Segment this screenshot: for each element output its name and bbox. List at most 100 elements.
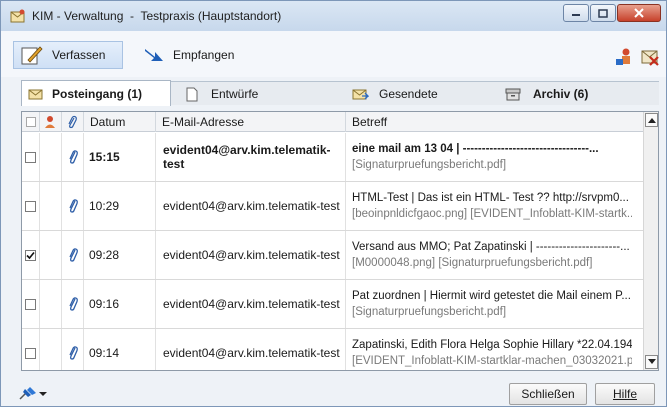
arrow-up-icon bbox=[647, 118, 656, 123]
close-window-button[interactable] bbox=[617, 4, 661, 22]
tab-drafts-label: Entwürfe bbox=[211, 87, 259, 101]
minimize-icon bbox=[572, 14, 580, 16]
row-checkbox-cell bbox=[22, 280, 40, 328]
title-bar: KIM - Verwaltung - Testpraxis (Hauptstan… bbox=[1, 1, 666, 31]
table-row[interactable]: 10:29 evident04@arv.kim.telematik-test HTM… bbox=[22, 182, 644, 231]
tab-archive-label: Archiv (6) bbox=[533, 87, 589, 101]
row-subject-cell: Zapatinski, Edith Flora Helga Sophie Hil… bbox=[346, 329, 644, 370]
vertical-scrollbar[interactable] bbox=[643, 112, 658, 370]
row-subject: eine mail am 13 04 | -------------------… bbox=[352, 143, 599, 155]
row-subject: Zapatinski, Edith Flora Helga Sophie Hil… bbox=[352, 339, 632, 351]
mail-delete-icon[interactable] bbox=[640, 47, 660, 67]
paperclip-icon bbox=[68, 150, 78, 164]
checkmark-icon bbox=[26, 251, 35, 259]
tab-drafts[interactable]: Entwürfe bbox=[179, 82, 329, 106]
help-button[interactable]: Hilfe bbox=[595, 383, 655, 405]
compose-icon bbox=[21, 46, 43, 65]
close-icon bbox=[634, 8, 644, 18]
table-row[interactable]: 15:15 evident04@arv.kim.telematik-test ein… bbox=[22, 133, 644, 182]
row-time: 10:29 bbox=[84, 182, 156, 230]
attachment-cell bbox=[62, 182, 84, 230]
row-time: 09:28 bbox=[84, 231, 156, 279]
person-icon bbox=[45, 116, 55, 128]
row-time: 09:14 bbox=[84, 329, 156, 370]
row-email: evident04@arv.kim.telematik-test bbox=[156, 280, 346, 328]
sent-envelope-icon bbox=[352, 89, 369, 100]
row-subject: Pat zuordnen | Hiermit wird getestet die… bbox=[352, 290, 631, 302]
footer: Schließen Hilfe bbox=[1, 379, 666, 407]
table-row[interactable]: 09:16 evident04@arv.kim.telematik-test Pat… bbox=[22, 280, 644, 329]
table-header: Datum E-Mail-Adresse Betreff bbox=[22, 112, 644, 132]
minimize-button[interactable] bbox=[563, 4, 589, 22]
sender-cell bbox=[40, 133, 62, 181]
row-email: evident04@arv.kim.telematik-test bbox=[156, 133, 346, 181]
row-attachments: [EVIDENT_Infoblatt-KIM-startklar-machen_… bbox=[352, 355, 632, 367]
table-row[interactable]: 09:28 evident04@arv.kim.telematik-test Ver… bbox=[22, 231, 644, 280]
row-checkbox-cell bbox=[22, 182, 40, 230]
compose-button[interactable]: Verfassen bbox=[13, 41, 123, 69]
table-row[interactable]: 09:14 evident04@arv.kim.telematik-test Zap… bbox=[22, 329, 644, 370]
app-mail-icon bbox=[10, 9, 25, 23]
header-sender-col[interactable] bbox=[40, 112, 62, 132]
window-controls bbox=[562, 4, 661, 22]
header-subject[interactable]: Betreff bbox=[346, 112, 644, 132]
row-time: 09:16 bbox=[84, 280, 156, 328]
toolbar: Verfassen Empfangen bbox=[1, 31, 666, 77]
sender-cell bbox=[40, 182, 62, 230]
maximize-button[interactable] bbox=[590, 4, 616, 22]
sender-cell bbox=[40, 329, 62, 370]
close-button[interactable]: Schließen bbox=[509, 383, 587, 405]
row-subject-cell: eine mail am 13 04 | -------------------… bbox=[346, 133, 644, 181]
receive-button[interactable]: Empfangen bbox=[137, 41, 244, 69]
scroll-up-button[interactable] bbox=[645, 113, 658, 127]
inbox-envelope-icon bbox=[28, 89, 43, 99]
row-checkbox[interactable] bbox=[25, 151, 36, 163]
sender-cell bbox=[40, 280, 62, 328]
row-checkbox-cell bbox=[22, 133, 40, 181]
row-subject: HTML-Test | Das ist ein HTML- Test ?? ht… bbox=[352, 192, 629, 204]
row-attachments: [beoinpnldicfgaoc.png] [EVIDENT_Infoblat… bbox=[352, 208, 632, 220]
attachment-cell bbox=[62, 133, 84, 181]
row-time: 15:15 bbox=[84, 133, 156, 181]
user-export-icon[interactable] bbox=[614, 47, 634, 67]
row-subject-cell: Versand aus MMO; Pat Zapatinski | ------… bbox=[346, 231, 644, 279]
window-title: KIM - Verwaltung - Testpraxis (Hauptstan… bbox=[32, 9, 282, 23]
row-checkbox[interactable] bbox=[25, 200, 36, 212]
folder-tabs: Posteingang (1) Entwürfe Gesendete Archi… bbox=[21, 80, 659, 106]
message-table: Datum E-Mail-Adresse Betreff 15:15 eviden… bbox=[21, 111, 659, 371]
receive-label: Empfangen bbox=[173, 48, 235, 62]
pin-menu-button[interactable] bbox=[17, 385, 47, 403]
pin-icon bbox=[19, 387, 36, 400]
select-all-checkbox[interactable] bbox=[26, 117, 36, 127]
row-subject-cell: Pat zuordnen | Hiermit wird getestet die… bbox=[346, 280, 644, 328]
sender-cell bbox=[40, 231, 62, 279]
tab-sent[interactable]: Gesendete bbox=[346, 82, 496, 106]
scroll-down-button[interactable] bbox=[645, 355, 658, 369]
tab-inbox-label: Posteingang (1) bbox=[52, 86, 143, 101]
archive-box-icon bbox=[505, 88, 521, 101]
paperclip-icon bbox=[68, 248, 78, 262]
row-subject: Versand aus MMO; Pat Zapatinski | ------… bbox=[352, 241, 630, 253]
row-checkbox[interactable] bbox=[25, 298, 36, 310]
attachment-cell bbox=[62, 329, 84, 370]
tab-inbox[interactable]: Posteingang (1) bbox=[21, 80, 171, 106]
tab-archive[interactable]: Archiv (6) bbox=[499, 82, 659, 106]
paperclip-icon bbox=[68, 199, 78, 213]
attachment-cell bbox=[62, 231, 84, 279]
dropdown-arrow-icon bbox=[39, 392, 47, 396]
header-checkbox-col[interactable] bbox=[22, 112, 40, 132]
header-date[interactable]: Datum bbox=[84, 112, 156, 132]
attachment-cell bbox=[62, 280, 84, 328]
header-email[interactable]: E-Mail-Adresse bbox=[156, 112, 346, 132]
row-checkbox-cell bbox=[22, 329, 40, 370]
row-email: evident04@arv.kim.telematik-test bbox=[156, 329, 346, 370]
header-attachment-col[interactable] bbox=[62, 112, 84, 132]
draft-document-icon bbox=[186, 87, 198, 101]
receive-arrow-icon bbox=[145, 49, 163, 61]
paperclip-icon bbox=[68, 297, 78, 311]
row-checkbox[interactable] bbox=[25, 347, 36, 359]
row-checkbox[interactable] bbox=[25, 249, 36, 261]
row-attachments: [M0000048.png] [Signaturpruefungsbericht… bbox=[352, 257, 593, 269]
row-email: evident04@arv.kim.telematik-test bbox=[156, 182, 346, 230]
toolbar-right-icons bbox=[614, 47, 660, 67]
